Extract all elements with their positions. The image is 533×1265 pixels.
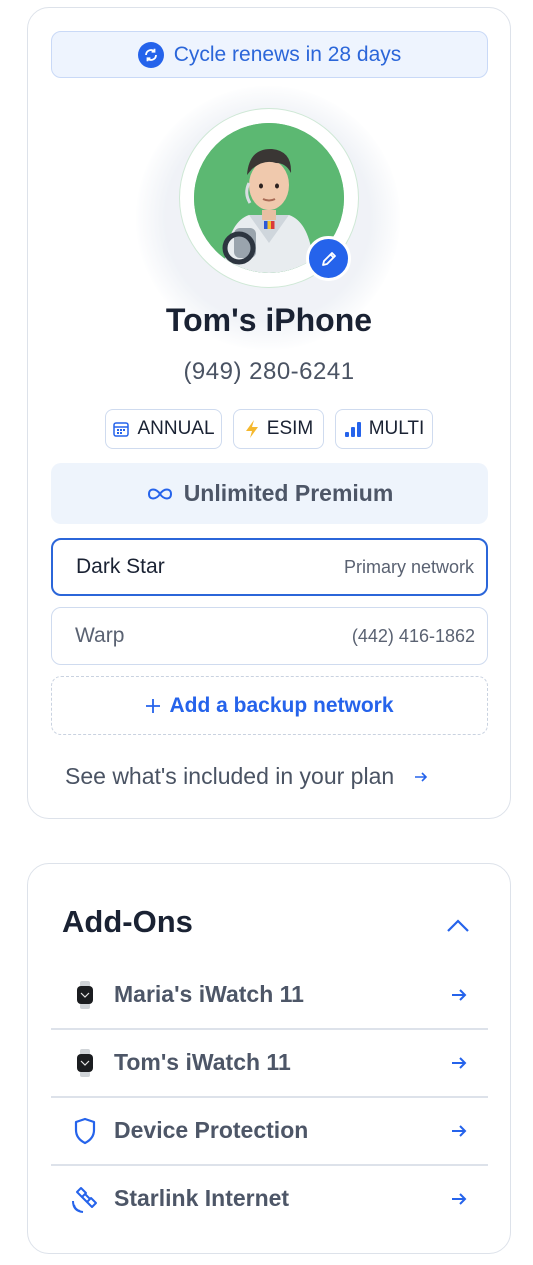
see-plan-label: See what's included in your plan [65, 763, 395, 789]
renewal-text: Cycle renews in 28 days [173, 42, 402, 66]
addon-label: Maria's iWatch 11 [114, 981, 304, 1007]
network-meta: (442) 416-1862 [351, 625, 475, 646]
device-card: Cycle renews in 28 days Tom's iPhone (94… [27, 7, 511, 819]
addon-row[interactable]: Starlink Internet [51, 1165, 488, 1232]
network-row-secondary[interactable]: Warp (442) 416-1862 [51, 607, 488, 665]
addons-card: Add-Ons Maria's iWatch 11 Tom's iWatch 1… [27, 863, 511, 1254]
network-name: Warp [75, 624, 125, 647]
network-name: Dark Star [76, 555, 165, 578]
pencil-icon [321, 251, 336, 266]
arrow-right-icon [452, 1056, 467, 1069]
infinity-icon [147, 488, 172, 499]
chip-esim: ESIM [233, 409, 324, 449]
device-name: Tom's iPhone [165, 302, 373, 338]
add-backup-network-button[interactable]: Add a backup network [51, 676, 488, 735]
renew-cycle-icon [137, 41, 164, 68]
addon-row[interactable]: Maria's iWatch 11 [51, 961, 488, 1028]
signal-bars-icon [344, 422, 361, 437]
addon-label: Device Protection [114, 1117, 309, 1143]
lightning-icon [245, 420, 258, 438]
addons-title: Add-Ons [62, 904, 193, 939]
chip-esim-label: ESIM [266, 418, 314, 439]
arrow-right-icon [452, 1192, 467, 1205]
plan-name: Unlimited Premium [183, 480, 394, 506]
shield-icon [71, 1117, 99, 1145]
device-phone-number: (949) 280-6241 [183, 358, 355, 385]
renewal-banner: Cycle renews in 28 days [51, 31, 488, 78]
chip-multi-label: MULTI [368, 418, 425, 439]
chip-annual-label: ANNUAL [137, 418, 215, 439]
plan-name-box[interactable]: Unlimited Premium [51, 463, 488, 524]
see-plan-link[interactable]: See what's included in your plan [65, 763, 428, 790]
network-row-primary[interactable]: Dark Star Primary network [51, 538, 488, 596]
watch-icon [71, 1048, 99, 1077]
chip-multi: MULTI [335, 409, 433, 449]
arrow-right-icon [452, 1124, 467, 1137]
chip-annual: ANNUAL [105, 409, 222, 449]
network-meta: Primary network [343, 556, 474, 577]
arrow-right-icon [452, 988, 467, 1001]
addon-label: Tom's iWatch 11 [114, 1049, 291, 1075]
addon-label: Starlink Internet [114, 1185, 290, 1211]
plus-icon [146, 698, 161, 713]
satellite-icon [71, 1185, 99, 1213]
watch-icon [71, 980, 99, 1009]
add-backup-label: Add a backup network [169, 693, 394, 717]
edit-avatar-button[interactable] [306, 236, 351, 281]
arrow-right-icon [415, 771, 428, 782]
addon-row[interactable]: Device Protection [51, 1097, 488, 1164]
addon-row[interactable]: Tom's iWatch 11 [51, 1029, 488, 1096]
chevron-up-icon[interactable] [445, 916, 471, 936]
calendar-icon [113, 422, 130, 437]
